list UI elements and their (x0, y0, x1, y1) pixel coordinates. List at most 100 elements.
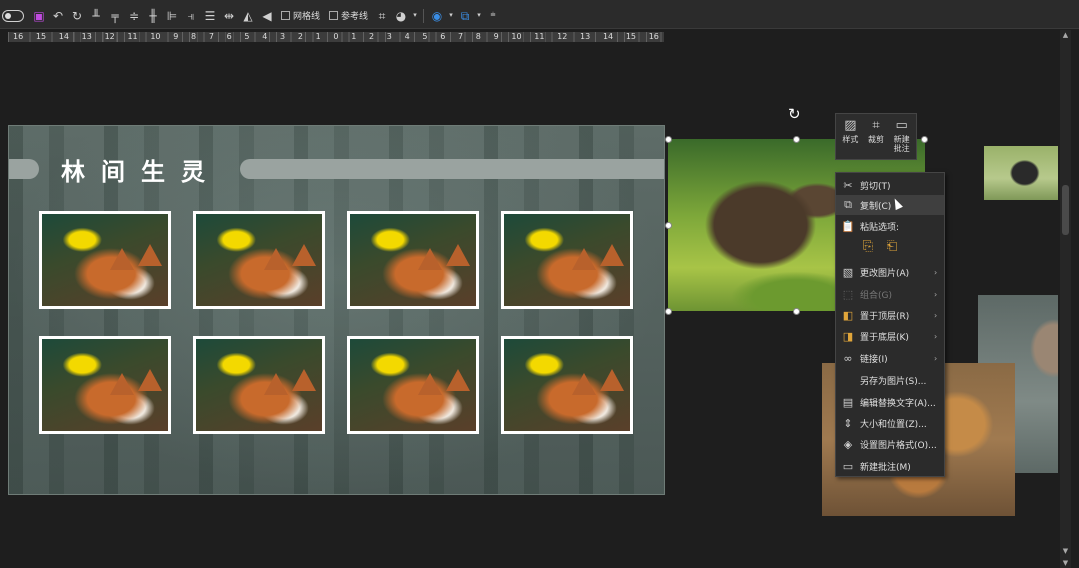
fox-photo[interactable] (39, 211, 171, 309)
slide-canvas[interactable]: 林间生灵 (8, 125, 665, 495)
group-icon: ⬚ (842, 287, 854, 301)
menu-item-bring-to-front[interactable]: ◧ 置于顶层(R) › (836, 305, 944, 325)
new-comment-button[interactable]: ▭ 新建 批注 (889, 117, 914, 156)
fox-ear (446, 369, 470, 391)
ruler-label: 14 (601, 32, 615, 42)
fox-photo[interactable] (347, 211, 479, 309)
menu-item-edit-alt-text[interactable]: ▤ 编辑替换文字(A)... (836, 392, 944, 412)
resize-handle[interactable] (793, 308, 800, 315)
rotate-icon[interactable]: ↻ (788, 107, 801, 122)
align-middle-icon[interactable]: ╫ (145, 8, 161, 24)
resize-handle[interactable] (665, 222, 672, 229)
fox-ear (446, 244, 470, 266)
menu-item-save-as-picture[interactable]: 另存为图片(S)... (836, 370, 944, 390)
resize-handle[interactable] (921, 136, 928, 143)
ruler-label: 11 (126, 32, 139, 42)
align-center-icon[interactable]: ≑ (126, 8, 142, 24)
ruler-label: 2 (296, 32, 304, 42)
resize-handle[interactable] (665, 308, 672, 315)
menu-item-new-comment[interactable]: ▭ 新建批注(M) (836, 456, 944, 476)
more-icon[interactable]: ⩧ (485, 8, 501, 24)
fox-ear (572, 373, 596, 395)
ruler-label: 15 (34, 32, 48, 42)
ruler-label: 5 (243, 32, 251, 42)
ruler-label: 7 (456, 32, 465, 42)
next-slide-icon[interactable]: ▼ (1060, 558, 1071, 568)
menu-item-send-to-back[interactable]: ◨ 置于底层(K) › (836, 326, 944, 346)
flip-icon[interactable]: ⇹ (221, 8, 237, 24)
gorilla-picture[interactable] (984, 146, 1058, 200)
fox-photo[interactable] (39, 336, 171, 434)
fox-photo[interactable] (347, 336, 479, 434)
fox-photo[interactable] (193, 336, 325, 434)
arrow-left-icon[interactable]: ◀ (259, 8, 275, 24)
scroll-down-icon[interactable]: ▼ (1060, 546, 1071, 556)
crop-icon: ⌗ (872, 118, 880, 133)
horizontal-ruler[interactable]: 16 15 14 13 12 11 10 9 8 7 6 5 4 3 2 1 0 1 2 3 4 5 6 7 8 9 10 11 12 1… (8, 32, 664, 42)
shape-outline-icon[interactable]: ⧉ (457, 8, 473, 24)
fox-ear (572, 248, 596, 270)
align-bottom-icon[interactable]: ╨ (88, 8, 104, 24)
shape-fill-icon[interactable]: ◕ (393, 8, 409, 24)
dropdown-arrow-icon[interactable]: ▾ (448, 8, 454, 24)
align-right-icon[interactable]: ⫣ (183, 8, 199, 24)
fox-photo[interactable] (193, 211, 325, 309)
toggle-icon[interactable] (2, 9, 24, 22)
gridlines-checkbox[interactable]: 网格线 (281, 9, 320, 22)
save-icon[interactable]: ▣ (31, 8, 47, 24)
resize-handle[interactable] (793, 136, 800, 143)
scroll-up-icon[interactable]: ▲ (1060, 30, 1071, 40)
menu-item-label: 编辑替换文字(A)... (860, 398, 936, 409)
menu-item-size-position[interactable]: ⇕ 大小和位置(Z)... (836, 413, 944, 433)
menu-item-label: 另存为图片(S)... (860, 376, 927, 387)
ruler-label: 13 (579, 32, 592, 42)
ruler-label: 3 (385, 32, 393, 42)
link-icon: ∞ (843, 351, 853, 365)
paste-picture-icon[interactable]: ⎗ (884, 238, 900, 256)
alt-text-icon: ▤ (842, 395, 854, 409)
menu-item-cut[interactable]: ✂ 剪切(T) (836, 175, 944, 195)
menu-item-change-picture[interactable]: ▧ 更改图片(A) › (836, 262, 944, 282)
distribute-vertical-icon[interactable]: ☰ (202, 8, 218, 24)
resize-handle[interactable] (665, 136, 672, 143)
vertical-scrollbar[interactable]: ▲ ▼ ▼ (1060, 30, 1071, 568)
menu-item-link[interactable]: ∞ 链接(I) › (836, 348, 944, 368)
powerpoint-window: ▣ ↶ ↻ ╨ ╤ ≑ ╫ ⊫ ⫣ ☰ ⇹ ◭ ◀ 网格线 参考线 ⌗ ◕ ▾ … (0, 0, 1079, 568)
menu-item-format-picture[interactable]: ◈ 设置图片格式(O)... (836, 434, 944, 454)
ruler-label: 0 (332, 32, 340, 42)
paste-keep-format-icon[interactable]: ⎘ (860, 238, 876, 256)
menu-item-copy[interactable]: ⧉ 复制(C) (836, 195, 944, 215)
menu-item-label: 粘贴选项: (860, 222, 900, 233)
dropdown-arrow-icon[interactable]: ▾ (412, 8, 418, 24)
ruler-label: 12 (556, 32, 569, 42)
align-left-icon[interactable]: ⊫ (164, 8, 180, 24)
paste-options: ⎘ ⎗ (860, 238, 900, 256)
menu-item-paste-options: 📋 粘贴选项: (836, 216, 944, 236)
scrollbar-thumb[interactable] (1062, 185, 1069, 235)
slide-title[interactable]: 林间生灵 (61, 152, 221, 187)
bring-front-icon: ◧ (842, 308, 854, 322)
context-menu: ✂ 剪切(T) ⧉ 复制(C) 📋 粘贴选项: ⎘ ⎗ ▧ 更改图片(A) › … (835, 172, 945, 477)
color-circle-icon[interactable]: ◉ (429, 8, 445, 24)
guides-checkbox[interactable]: 参考线 (329, 9, 368, 22)
redo-icon[interactable]: ↻ (69, 8, 85, 24)
crop-button[interactable]: ⌗ 裁剪 (864, 117, 889, 156)
fox-ear (138, 244, 162, 266)
menu-item-label: 新建批注(M) (860, 462, 911, 473)
triangle-icon[interactable]: ◭ (240, 8, 256, 24)
align-top-icon[interactable]: ╤ (107, 8, 123, 24)
checkbox-icon (329, 11, 339, 20)
submenu-arrow-icon: › (934, 353, 938, 363)
fox-photo[interactable] (501, 211, 633, 309)
menu-item-group[interactable]: ⬚ 组合(G) › (836, 284, 944, 304)
crop-label: 裁剪 (868, 135, 884, 144)
style-button[interactable]: ▨ 样式 (838, 117, 863, 156)
checkbox-icon (281, 11, 290, 20)
fox-photo[interactable] (501, 336, 633, 434)
dropdown-arrow-icon[interactable]: ▾ (476, 8, 482, 24)
crop-icon[interactable]: ⌗ (374, 8, 390, 24)
ruler-label: 3 (279, 32, 287, 42)
ruler-label: 6 (439, 32, 447, 42)
undo-icon[interactable]: ↶ (50, 8, 66, 24)
ruler-label: 1 (314, 32, 322, 42)
